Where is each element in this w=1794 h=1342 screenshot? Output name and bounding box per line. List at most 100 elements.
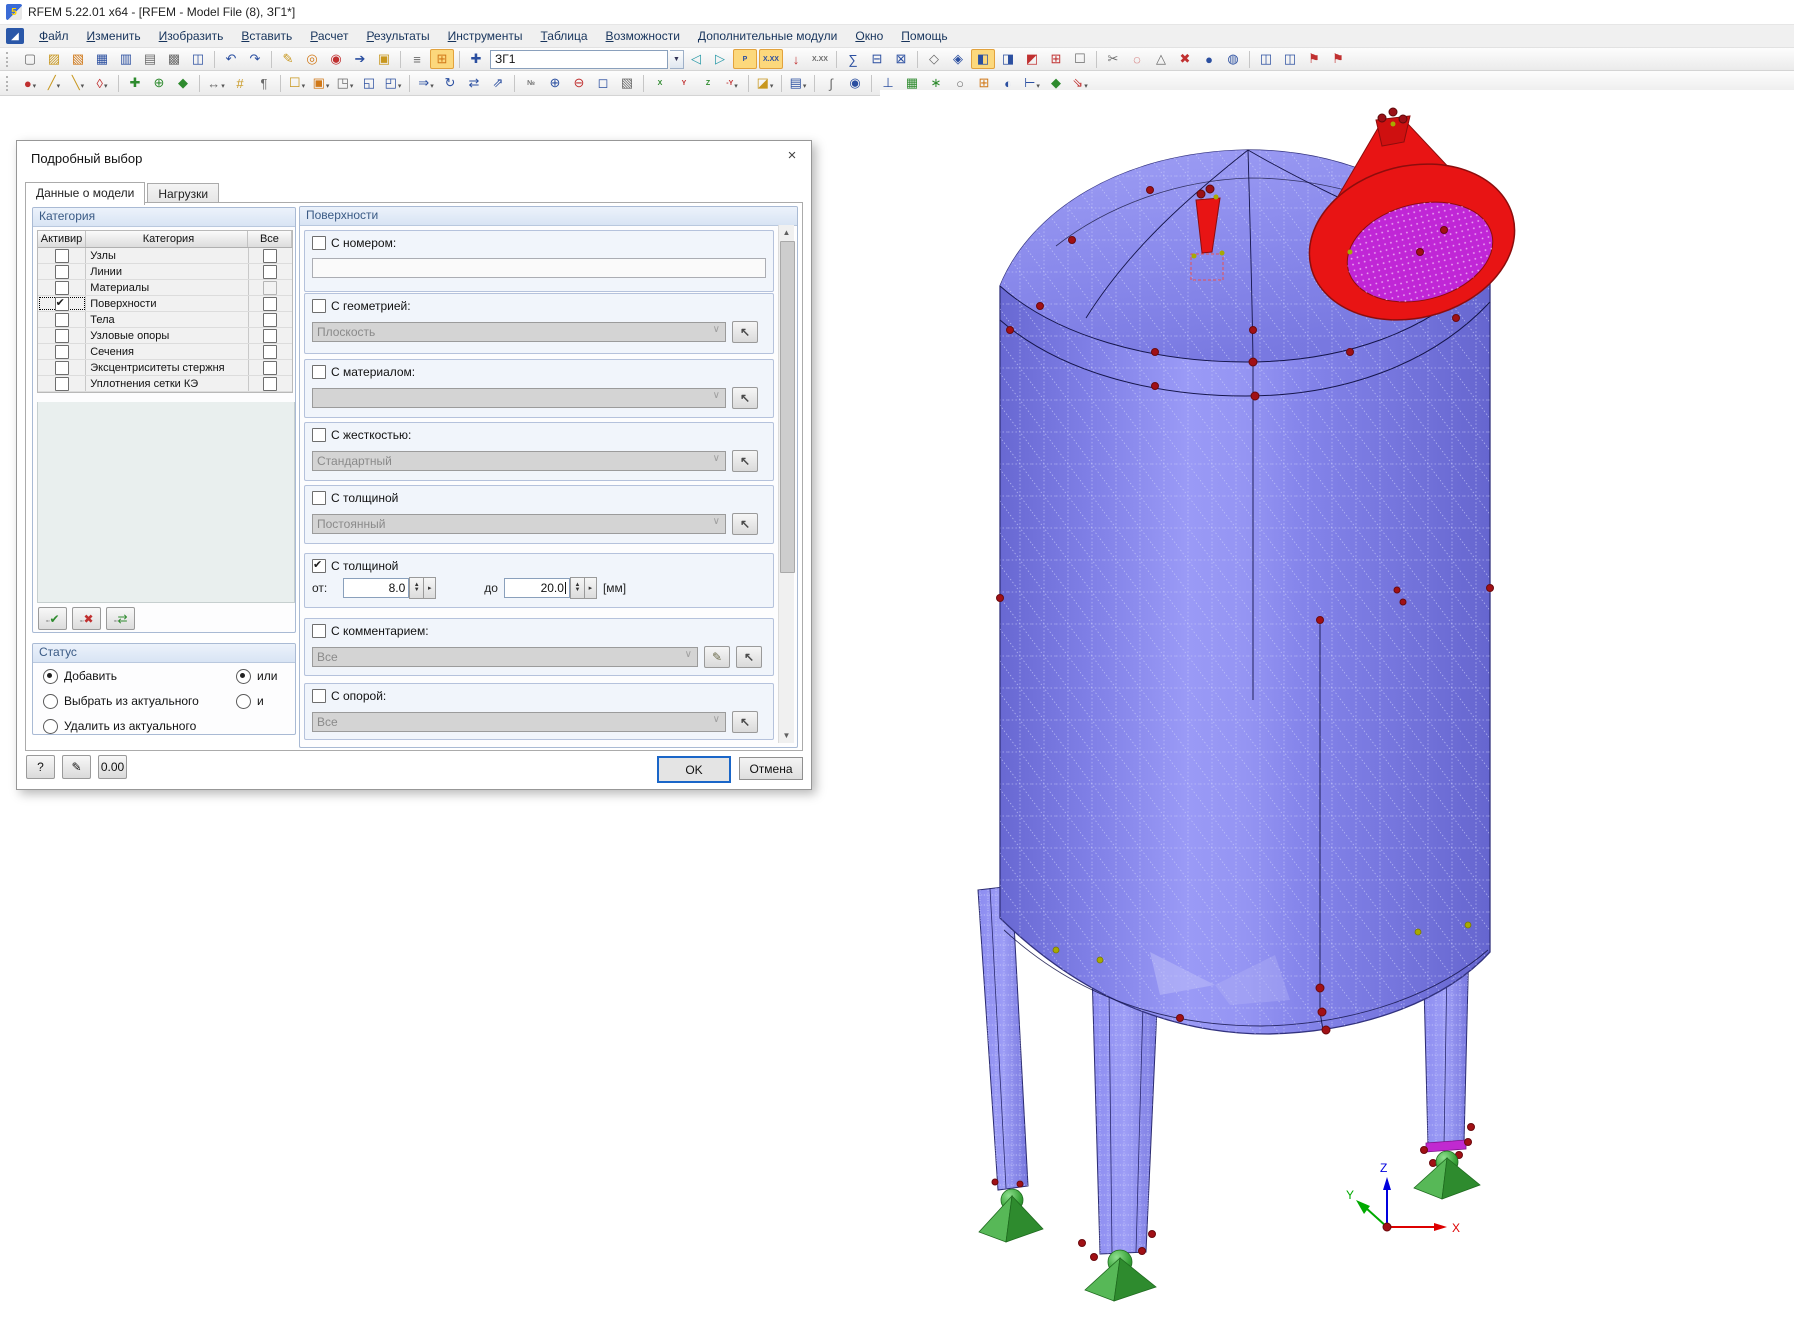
- show-load-values-button[interactable]: X.XX: [759, 49, 783, 69]
- new-line-button[interactable]: ╱: [43, 73, 65, 93]
- snap-settings-button[interactable]: ◎: [301, 49, 323, 69]
- all-checkbox[interactable]: [263, 344, 278, 359]
- line-grid-button[interactable]: ∫: [820, 73, 842, 93]
- show-supports-button[interactable]: ◩: [1021, 49, 1043, 69]
- material-select[interactable]: ∨: [312, 388, 726, 408]
- calculation-button[interactable]: ∑: [842, 49, 864, 69]
- activate-checkbox[interactable]: [54, 328, 69, 343]
- display-settings-button[interactable]: ◈: [947, 49, 969, 69]
- menu-item[interactable]: Изобразить: [150, 26, 233, 46]
- pointer-tool-button[interactable]: ➔: [349, 49, 371, 69]
- print-flag-a-button[interactable]: ⚑: [1303, 49, 1325, 69]
- all-checkbox[interactable]: [263, 312, 278, 327]
- close-icon[interactable]: ×: [783, 147, 801, 165]
- print-flag-b-button[interactable]: ⚑: [1327, 49, 1349, 69]
- new-window-button[interactable]: ▣: [373, 49, 395, 69]
- logic-or-radio[interactable]: или: [236, 668, 277, 684]
- geometry-select[interactable]: Плоскость ∨: [312, 322, 726, 342]
- category-row[interactable]: Узлы: [38, 248, 292, 264]
- undo-button[interactable]: ↶: [220, 49, 242, 69]
- toolbar-grip[interactable]: [6, 51, 13, 67]
- activate-checkbox[interactable]: [54, 296, 69, 311]
- with-thickness-range-checkbox[interactable]: [312, 558, 326, 573]
- table-list-button[interactable]: ≡: [406, 49, 428, 69]
- calc-table-b-button[interactable]: ⊠: [890, 49, 912, 69]
- with-number-checkbox[interactable]: [312, 236, 326, 250]
- activate-checkbox[interactable]: [54, 312, 69, 327]
- object-info-button[interactable]: ●: [1198, 49, 1220, 69]
- user-view-button[interactable]: ◱: [358, 73, 380, 93]
- isometric-view-button[interactable]: ▧: [616, 73, 638, 93]
- edit-comment-button[interactable]: [704, 646, 730, 668]
- view-z-button[interactable]: Z: [697, 73, 719, 93]
- guide-lines-button[interactable]: ◉: [844, 73, 866, 93]
- clipboard-button[interactable]: ▤: [139, 49, 161, 69]
- work-plane-button[interactable]: ◉: [325, 49, 347, 69]
- status-remove-from-current-radio[interactable]: Удалить из актуального: [43, 718, 199, 734]
- surfaces-scrollbar[interactable]: ▲ ▼: [778, 225, 795, 743]
- comment-tool-button[interactable]: ¶: [253, 73, 275, 93]
- new-node-button[interactable]: ●: [19, 73, 41, 93]
- category-row[interactable]: Эксцентриситеты стержня: [38, 360, 292, 376]
- zoom-window-button[interactable]: ◻: [592, 73, 614, 93]
- category-row[interactable]: Сечения: [38, 344, 292, 360]
- section-circle-button[interactable]: ◌: [1126, 49, 1148, 69]
- open-file-button[interactable]: ▨: [43, 49, 65, 69]
- panel-a-button[interactable]: ◫: [1255, 49, 1277, 69]
- add-node-button[interactable]: ✚: [124, 73, 146, 93]
- import-file-button[interactable]: ▧: [67, 49, 89, 69]
- logic-and-radio[interactable]: и: [236, 693, 277, 709]
- show-surfaces-button[interactable]: ◧: [971, 49, 995, 69]
- activate-checkbox[interactable]: [54, 344, 69, 359]
- menu-item[interactable]: Вставить: [232, 26, 301, 46]
- thickness-from-stepper[interactable]: 8.0 ▲ ▼ ▸: [343, 577, 437, 599]
- clipping-plane-button[interactable]: ✂: [1102, 49, 1124, 69]
- stiffness-select[interactable]: Стандартный ∨: [312, 451, 726, 471]
- project-copy-button[interactable]: ⇗: [487, 73, 509, 93]
- new-member-button[interactable]: ╲: [67, 73, 89, 93]
- render-mode-button[interactable]: ◍: [1222, 49, 1244, 69]
- show-solids-button[interactable]: ◨: [997, 49, 1019, 69]
- category-row[interactable]: Уплотнения сетки КЭ: [38, 376, 292, 392]
- activate-checkbox[interactable]: [54, 376, 69, 391]
- comment-select[interactable]: Все ∨: [312, 647, 698, 667]
- model-viewport[interactable]: Z X Y: [880, 90, 1794, 1342]
- view-y-button[interactable]: Y: [673, 73, 695, 93]
- with-comment-checkbox[interactable]: [312, 624, 326, 638]
- all-checkbox[interactable]: [263, 280, 278, 295]
- scroll-thumb[interactable]: [780, 241, 795, 573]
- rotate-copy-button[interactable]: ↻: [439, 73, 461, 93]
- pick-material-button[interactable]: [732, 387, 758, 409]
- category-row[interactable]: Материалы: [38, 280, 292, 296]
- toolbar-grip[interactable]: [6, 75, 13, 91]
- load-case-combobox-dropdown-icon[interactable]: ▼: [670, 49, 684, 69]
- new-file-button[interactable]: ▢: [19, 49, 41, 69]
- zoom-in-button[interactable]: ⊕: [544, 73, 566, 93]
- status-add-radio[interactable]: Добавить: [43, 668, 199, 684]
- next-load-case-button[interactable]: ▷: [709, 49, 731, 69]
- renumber-button[interactable]: №: [520, 73, 542, 93]
- menu-item[interactable]: Инструменты: [439, 26, 532, 46]
- scroll-down-icon[interactable]: ▼: [779, 728, 794, 743]
- menu-item[interactable]: Таблица: [531, 26, 596, 46]
- activate-checkbox[interactable]: [54, 248, 69, 263]
- with-support-checkbox[interactable]: [312, 689, 326, 703]
- units-settings-button[interactable]: 0.00: [98, 755, 127, 779]
- pick-geometry-button[interactable]: [732, 321, 758, 343]
- menu-item[interactable]: Возможности: [597, 26, 689, 46]
- format-painter-button[interactable]: ▤: [787, 73, 809, 93]
- new-load-case-button[interactable]: ✚: [465, 49, 487, 69]
- dimensions-button[interactable]: ↔: [205, 73, 227, 93]
- menu-item[interactable]: Изменить: [78, 26, 150, 46]
- ok-button[interactable]: OK: [657, 756, 731, 783]
- select-filter-button[interactable]: ▣: [310, 73, 332, 93]
- menu-item[interactable]: Расчет: [301, 26, 357, 46]
- calc-table-a-button[interactable]: ⊟: [866, 49, 888, 69]
- print-button[interactable]: ▩: [163, 49, 185, 69]
- thickness-type-select[interactable]: Постоянный ∨: [312, 514, 726, 534]
- status-select-from-current-radio[interactable]: Выбрать из актуального: [43, 693, 199, 709]
- comment-note-button[interactable]: ✎: [62, 755, 91, 779]
- zoom-out-button[interactable]: ⊖: [568, 73, 590, 93]
- invert-category-selection-button[interactable]: ⇄: [106, 607, 135, 630]
- display-properties-button[interactable]: ◪: [754, 73, 776, 93]
